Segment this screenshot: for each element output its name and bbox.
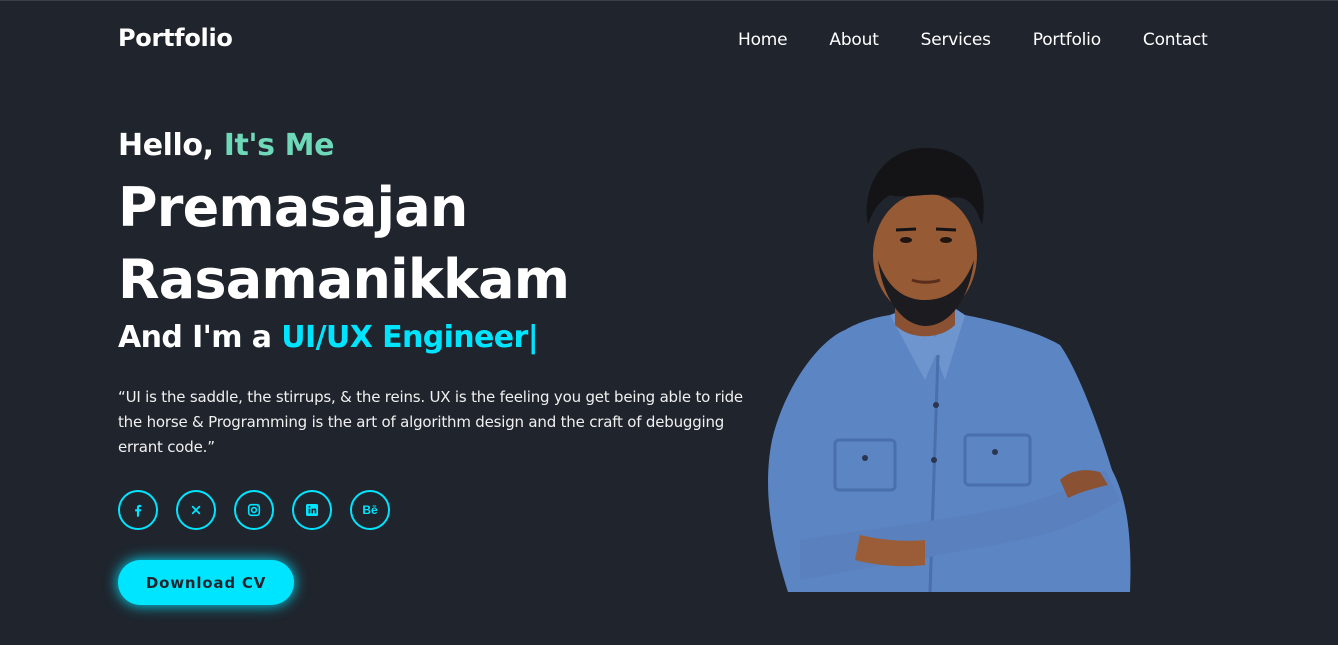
profile-photo xyxy=(768,147,1131,593)
nav-services[interactable]: Services xyxy=(921,30,991,50)
facebook-link[interactable] xyxy=(118,490,158,530)
hero-role: And I'm a UI/UX Engineer| xyxy=(118,320,539,355)
greeting-accent: It's Me xyxy=(223,128,335,163)
social-links: Bē xyxy=(118,490,408,530)
nav-contact[interactable]: Contact xyxy=(1143,30,1208,50)
facebook-icon xyxy=(135,504,142,517)
nav-home[interactable]: Home xyxy=(738,30,788,50)
role-typed: UI/UX Engineer| xyxy=(281,320,539,355)
instagram-link[interactable] xyxy=(234,490,274,530)
behance-link[interactable]: Bē xyxy=(350,490,390,530)
x-link[interactable] xyxy=(176,490,216,530)
greeting: Hello, It's Me xyxy=(118,128,334,163)
download-cv-button[interactable]: Download CV xyxy=(118,560,294,605)
linkedin-icon xyxy=(306,504,318,516)
linkedin-link[interactable] xyxy=(292,490,332,530)
hero-quote: “UI is the saddle, the stirrups, & the r… xyxy=(118,388,743,456)
nav-portfolio[interactable]: Portfolio xyxy=(1033,30,1101,50)
name-line-1: Premasajan xyxy=(118,176,468,239)
behance-icon: Bē xyxy=(362,503,378,517)
logo[interactable]: Portfolio xyxy=(118,24,233,52)
role-prefix: And I'm a xyxy=(118,320,272,355)
name-line-2: Rasamanikkam xyxy=(118,248,570,311)
main-nav: Home About Services Portfolio Contact xyxy=(738,30,1208,50)
greeting-text: Hello, xyxy=(118,128,214,163)
x-icon xyxy=(191,505,201,515)
hero-name: Premasajan Rasamanikkam xyxy=(118,172,570,316)
instagram-icon xyxy=(247,503,261,517)
top-border xyxy=(0,0,1338,1)
nav-about[interactable]: About xyxy=(829,30,878,50)
